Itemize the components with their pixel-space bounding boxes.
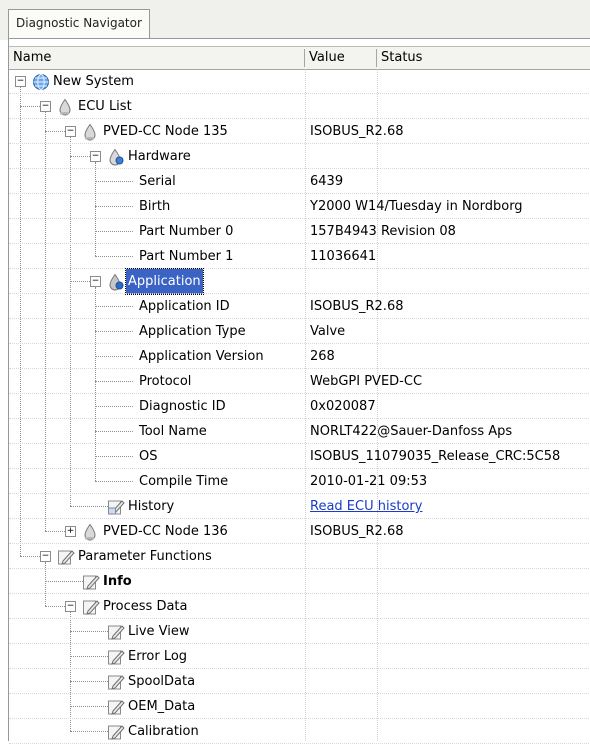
tree-item-value: 0x020087: [310, 399, 376, 414]
table-header: Name Value Status: [9, 46, 590, 70]
tree-row[interactable]: Compile Time 2010-01-21 09:53: [9, 469, 590, 494]
tree-item-label[interactable]: Live View: [128, 619, 190, 644]
pencil-tool-icon: [107, 723, 125, 741]
pencil-tool-icon: [107, 623, 125, 641]
tree-item-value: ISOBUS_R2.68: [310, 524, 404, 539]
expand-toggle[interactable]: +: [65, 526, 76, 537]
tree-item-label[interactable]: Protocol: [139, 369, 191, 394]
tree-item-value: ISOBUS_R2.68: [310, 124, 404, 139]
tree-item-label[interactable]: Application ID: [139, 294, 230, 319]
tree-row[interactable]: Info: [9, 569, 590, 594]
tree-row[interactable]: Application ID ISOBUS_R2.68: [9, 294, 590, 319]
collapse-toggle[interactable]: −: [65, 126, 76, 137]
tree-item-label[interactable]: Calibration: [128, 719, 199, 744]
pencil-tool-icon: [107, 673, 125, 691]
tree-row[interactable]: − Process Data: [9, 594, 590, 619]
collapse-toggle[interactable]: −: [90, 151, 101, 162]
tree-row[interactable]: Tool Name NORLT422@Sauer-Danfoss Aps: [9, 419, 590, 444]
tree-row[interactable]: Live View: [9, 619, 590, 644]
tree-item-label[interactable]: Application Type: [139, 319, 246, 344]
tree-item-label[interactable]: SpoolData: [128, 669, 195, 694]
column-header-status[interactable]: Status: [377, 47, 590, 69]
tree-item-label[interactable]: Application Version: [139, 344, 264, 369]
tree-row[interactable]: Protocol WebGPI PVED-CC: [9, 369, 590, 394]
tree-item-label[interactable]: Part Number 1: [139, 244, 233, 269]
tree-item-label[interactable]: Hardware: [128, 144, 191, 169]
column-header-value[interactable]: Value: [305, 47, 376, 69]
tree-row[interactable]: Application Type Valve: [9, 319, 590, 344]
tree-row[interactable]: − PVED-CC Node 135 ISOBUS_R2.68: [9, 119, 590, 144]
pencil-tool-icon: [82, 573, 100, 591]
globe-icon: [32, 73, 50, 91]
ecu-drop-icon: [82, 123, 100, 141]
tab-bar: Diagnostic Navigator: [0, 0, 590, 40]
tree-item-label[interactable]: PVED-CC Node 136: [103, 519, 228, 544]
pencil-tool-icon: [57, 548, 75, 566]
tree-row[interactable]: Error Log: [9, 644, 590, 669]
ecu-drop-icon: [82, 523, 100, 541]
read-ecu-history-link[interactable]: Read ECU history: [310, 494, 422, 519]
application-icon: [107, 273, 125, 291]
tree-item-label[interactable]: Info: [103, 569, 132, 594]
tree-item-value: Y2000 W14/Tuesday in Nordborg: [310, 199, 523, 214]
tree-item-label[interactable]: OS: [139, 444, 157, 469]
tree-item-label[interactable]: Application: [125, 268, 204, 295]
tree-item-label[interactable]: Tool Name: [139, 419, 207, 444]
tree-row[interactable]: − Application: [9, 268, 590, 295]
tree-item-label[interactable]: PVED-CC Node 135: [103, 119, 228, 144]
tree-item-label[interactable]: Error Log: [128, 644, 187, 669]
ecu-drop-icon: [57, 98, 75, 116]
tree-item-value: ISOBUS_11079035_Release_CRC:5C58: [310, 449, 561, 464]
tree-item-value: 157B4943 Revision 08: [310, 224, 456, 239]
collapse-toggle[interactable]: −: [90, 276, 101, 287]
tree-row[interactable]: History Read ECU history: [9, 494, 590, 519]
tree-row[interactable]: Part Number 0 157B4943 Revision 08: [9, 219, 590, 244]
collapse-toggle[interactable]: −: [40, 101, 51, 112]
tree-row[interactable]: Serial 6439: [9, 169, 590, 194]
tree-row[interactable]: OEM_Data: [9, 694, 590, 719]
tree-item-value: ISOBUS_R2.68: [310, 299, 404, 314]
tree-item-label[interactable]: New System: [53, 69, 134, 94]
tree-item-value: 6439: [310, 174, 344, 189]
tree-item-label[interactable]: Diagnostic ID: [139, 394, 226, 419]
tree-item-value: NORLT422@Sauer-Danfoss Aps: [310, 424, 513, 439]
tree-row[interactable]: − Parameter Functions: [9, 544, 590, 569]
tree-row[interactable]: Diagnostic ID 0x020087: [9, 394, 590, 419]
tree-item-value: 11036641: [310, 249, 377, 264]
tree-row[interactable]: + PVED-CC Node 136 ISOBUS_R2.68: [9, 519, 590, 544]
pencil-tool-icon: [107, 648, 125, 666]
tree-item-label[interactable]: Process Data: [103, 594, 188, 619]
tree-row[interactable]: Birth Y2000 W14/Tuesday in Nordborg: [9, 194, 590, 219]
collapse-toggle[interactable]: −: [40, 551, 51, 562]
tree-row[interactable]: OS ISOBUS_11079035_Release_CRC:5C58: [9, 444, 590, 469]
tree-row[interactable]: SpoolData: [9, 669, 590, 694]
tree-row[interactable]: Calibration: [9, 719, 590, 744]
column-header-name[interactable]: Name: [9, 47, 304, 69]
collapse-toggle[interactable]: −: [15, 76, 26, 87]
tree-item-label[interactable]: Serial: [139, 169, 176, 194]
tree-row[interactable]: − ECU List: [9, 94, 590, 119]
tree-item-value: 268: [310, 349, 335, 364]
tree-table: Name Value Status − New System − ECU List − P…: [8, 38, 590, 744]
tree-item-label[interactable]: Birth: [139, 194, 170, 219]
tree-row[interactable]: − Hardware: [9, 144, 590, 169]
tree-item-label[interactable]: Part Number 0: [139, 219, 233, 244]
tree-item-label[interactable]: Compile Time: [139, 469, 228, 494]
pencil-tool-icon: [107, 698, 125, 716]
tree-item-label[interactable]: History: [128, 494, 174, 519]
tree-item-value: WebGPI PVED-CC: [310, 374, 423, 389]
collapse-toggle[interactable]: −: [65, 601, 76, 612]
tree-item-value: Valve: [310, 324, 346, 339]
tree-row[interactable]: Part Number 1 11036641: [9, 244, 590, 269]
history-icon: [107, 498, 125, 516]
tree-row[interactable]: Application Version 268: [9, 344, 590, 369]
tab-diagnostic-navigator[interactable]: Diagnostic Navigator: [8, 9, 150, 39]
hardware-icon: [107, 148, 125, 166]
pencil-tool-icon: [82, 598, 100, 616]
tree-item-value: 2010-01-21 09:53: [310, 474, 428, 489]
tree-row[interactable]: − New System: [9, 69, 590, 94]
tree-item-label[interactable]: Parameter Functions: [78, 544, 212, 569]
tree-item-label[interactable]: ECU List: [78, 94, 132, 119]
tree-item-label[interactable]: OEM_Data: [128, 694, 195, 719]
